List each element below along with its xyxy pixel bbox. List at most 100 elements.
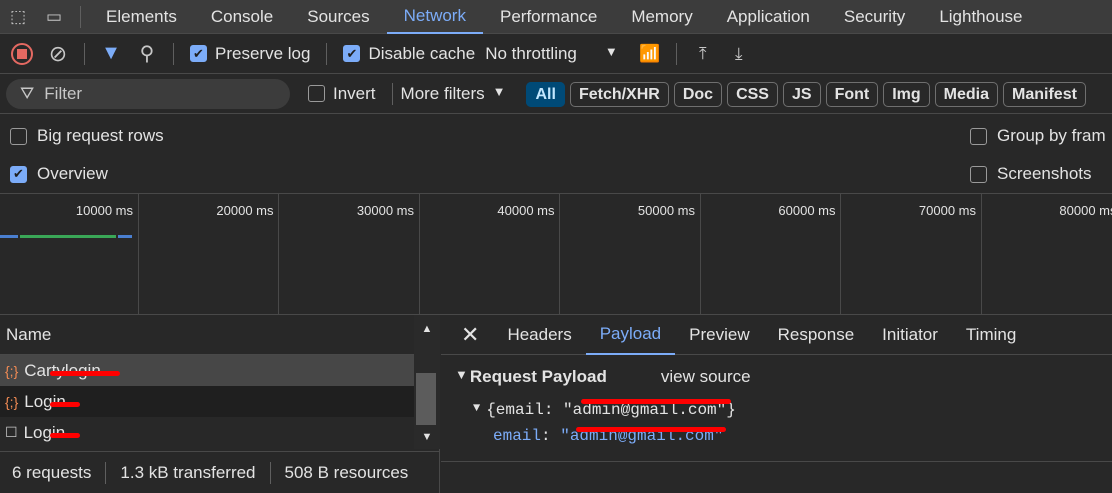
divider: [269, 461, 271, 484]
timeline-tick: 80000 ms: [980, 193, 1112, 315]
payload-key: email: [493, 427, 542, 445]
more-filters-dropdown[interactable]: More filters ▼: [401, 84, 506, 104]
tab-lighthouse[interactable]: Lighthouse: [922, 0, 1039, 34]
preserve-log-label: Preserve log: [215, 43, 311, 63]
redaction-mark: [50, 433, 80, 438]
overview-checkbox[interactable]: ✔ Overview: [10, 164, 108, 184]
payload-object[interactable]: ▼ {email: "admin@gmail.com"}: [473, 401, 1098, 419]
scroll-down-icon[interactable]: ▼: [414, 431, 440, 443]
transferred-size: 1.3 kB transferred: [120, 462, 256, 482]
throttling-value: No throttling: [485, 43, 577, 63]
tab-elements[interactable]: Elements: [89, 0, 194, 34]
details-tab-headers[interactable]: Headers: [493, 315, 585, 355]
scrollbar[interactable]: ▲ ▼: [414, 315, 440, 449]
details-tab-timing[interactable]: Timing: [952, 315, 1030, 355]
document-icon: ☐: [5, 424, 18, 440]
network-conditions-icon[interactable]: 📶: [632, 44, 668, 64]
big-request-rows-label: Big request rows: [37, 126, 164, 145]
tab-console[interactable]: Console: [194, 0, 290, 34]
screenshots-checkbox[interactable]: Screenshots: [970, 164, 1092, 184]
overview-timeline[interactable]: 10000 ms 20000 ms 30000 ms 40000 ms 50000 ms…: [0, 193, 1112, 315]
request-row[interactable]: {;} Cartylogin: [0, 355, 414, 386]
filter-icon[interactable]: ▼: [93, 42, 129, 65]
timeline-tick: 30000 ms: [278, 193, 418, 315]
filter-type-img[interactable]: Img: [883, 81, 930, 107]
invert-label: Invert: [333, 83, 376, 103]
filter-type-manifest[interactable]: Manifest: [1003, 81, 1086, 107]
timeline-tick: 40000 ms: [418, 193, 559, 315]
tab-network[interactable]: Network: [386, 0, 483, 34]
details-tab-preview[interactable]: Preview: [675, 315, 763, 355]
close-icon[interactable]: ✕: [441, 322, 493, 348]
invert-checkbox[interactable]: Invert: [308, 84, 376, 104]
details-tab-initiator[interactable]: Initiator: [868, 315, 952, 355]
filter-type-media[interactable]: Media: [934, 81, 999, 107]
throttling-select[interactable]: No throttling ▼: [485, 44, 618, 64]
tab-application[interactable]: Application: [710, 0, 827, 34]
device-toolbar-icon[interactable]: ▭: [36, 7, 72, 27]
checkbox-checked-icon: ✔: [343, 45, 361, 62]
section-title: Request Payload: [469, 367, 607, 386]
expand-arrow-icon: ▼: [473, 401, 481, 415]
divider: [84, 42, 85, 65]
filter-bar: ⛛ Filter Invert More filters ▼ All Fetch/XH…: [0, 74, 1112, 114]
view-source-link[interactable]: view source: [661, 367, 751, 387]
filter-type-fetch-xhr[interactable]: Fetch/XHR: [569, 81, 669, 107]
request-count: 6 requests: [12, 462, 92, 482]
filter-type-doc[interactable]: Doc: [673, 81, 723, 107]
name-header-label: Name: [6, 324, 52, 344]
overview-label: Overview: [37, 164, 108, 183]
timeline-tick: 70000 ms: [840, 193, 980, 315]
scroll-up-icon[interactable]: ▲: [414, 315, 440, 335]
details-tab-response[interactable]: Response: [764, 315, 869, 355]
request-list: Name {;} Cartylogin {;} Login ☐ Login ▲ ▼ 6 r…: [0, 315, 440, 493]
filter-type-css[interactable]: CSS: [727, 81, 778, 107]
fetch-xhr-icon: {;}: [5, 393, 19, 410]
resources-size: 508 B resources: [284, 462, 409, 482]
network-options: Big request rows ✔ Overview Group by fram…: [0, 114, 1112, 194]
disable-cache-checkbox[interactable]: ✔ Disable cache: [343, 44, 475, 64]
filter-icon: ⛛: [20, 83, 35, 103]
tab-performance[interactable]: Performance: [483, 0, 614, 34]
redaction-mark: [581, 399, 731, 404]
search-icon[interactable]: ⚲: [129, 41, 165, 66]
import-har-icon[interactable]: ⤒: [685, 44, 721, 64]
divider: [105, 461, 107, 484]
request-row[interactable]: ☐ Login: [0, 417, 414, 448]
request-row[interactable]: {;} Login: [0, 386, 414, 417]
screenshots-label: Screenshots: [997, 164, 1092, 183]
group-by-frame-checkbox[interactable]: Group by fram: [970, 126, 1106, 146]
tab-sources[interactable]: Sources: [290, 0, 386, 34]
network-toolbar: ⊘ ▼ ⚲ ✔ Preserve log ✔ Disable cache No th…: [0, 34, 1112, 74]
redaction-mark: [576, 427, 726, 432]
name-column-header[interactable]: Name: [0, 315, 414, 355]
filter-placeholder: Filter: [44, 83, 83, 103]
preserve-log-checkbox[interactable]: ✔ Preserve log: [190, 44, 310, 64]
timeline-tick: 20000 ms: [137, 193, 278, 315]
clear-icon[interactable]: ⊘: [40, 41, 76, 67]
devtools-tab-bar: ⬚ ▭ Elements Console Sources Network Perform…: [0, 0, 1112, 34]
filter-type-font[interactable]: Font: [825, 81, 879, 107]
divider: [391, 82, 393, 105]
details-tab-payload[interactable]: Payload: [585, 315, 676, 355]
more-filters-label: More filters: [400, 83, 485, 103]
filter-input[interactable]: ⛛ Filter: [6, 78, 290, 109]
big-request-rows-checkbox[interactable]: Big request rows: [10, 126, 164, 146]
scroll-thumb[interactable]: [416, 373, 436, 425]
checkbox-icon: [970, 127, 987, 145]
request-payload-toggle[interactable]: ▼ Request Payload: [455, 367, 607, 387]
fetch-xhr-icon: {;}: [5, 362, 19, 379]
tab-security[interactable]: Security: [827, 0, 922, 34]
export-har-icon[interactable]: ⤓: [721, 44, 757, 64]
checkbox-icon: [308, 85, 325, 102]
collapse-arrow-icon: ▼: [455, 367, 468, 382]
timeline-tick: 50000 ms: [559, 193, 699, 315]
record-stop-icon[interactable]: [4, 42, 40, 65]
inspect-element-icon[interactable]: ⬚: [0, 7, 36, 27]
divider: [675, 42, 677, 65]
timeline-tick: 60000 ms: [699, 193, 840, 315]
redaction-mark: [50, 402, 80, 407]
filter-type-all[interactable]: All: [526, 81, 565, 107]
filter-type-js[interactable]: JS: [782, 81, 821, 107]
tab-memory[interactable]: Memory: [614, 0, 709, 34]
